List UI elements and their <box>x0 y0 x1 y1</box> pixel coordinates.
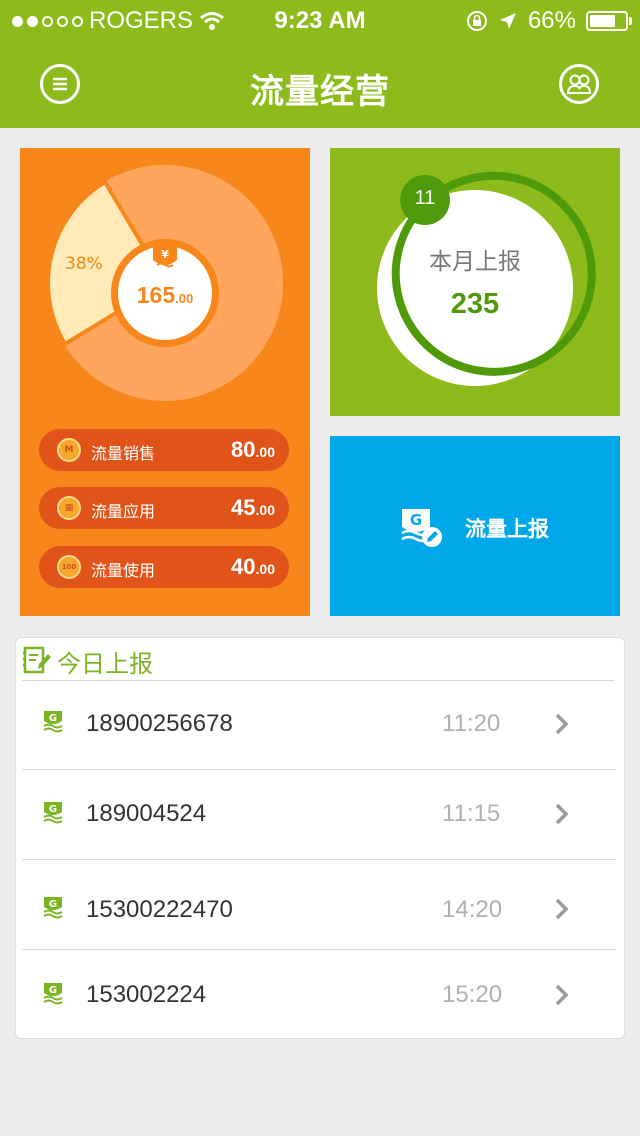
phone-number: 18900256678 <box>86 710 233 737</box>
report-time: 11:15 <box>442 800 501 827</box>
g-shield-icon: G <box>43 983 63 1005</box>
monthly-progress-ring <box>377 171 596 386</box>
total-amount: 165.00 <box>118 282 212 309</box>
stat-value: 80.00 <box>231 437 275 462</box>
notebook-edit-icon <box>23 646 51 674</box>
total-amount-cents: .00 <box>175 291 194 306</box>
chevron-right-icon <box>555 984 569 1006</box>
total-amount-main: 165 <box>136 282 176 308</box>
donut-percent-label: 38% <box>65 254 103 274</box>
rotation-lock-icon <box>466 11 487 31</box>
report-time: 11:20 <box>442 710 501 737</box>
svg-text:¥: ¥ <box>161 248 169 261</box>
100-coin-icon: 100 <box>57 555 81 579</box>
g-shield-icon: G <box>43 802 63 824</box>
phone-number: 189004524 <box>86 800 207 827</box>
g-shield-icon: G <box>43 897 63 919</box>
m-coin-icon: M <box>57 438 81 462</box>
stat-pill-sales[interactable]: M 流量销售 80.00 <box>39 429 289 471</box>
report-edit-icon: G <box>401 509 442 547</box>
today-report-list: 今日上报 G 18900256678 11:20 G 189004524 11:… <box>15 637 625 1039</box>
list-title: 今日上报 <box>57 650 153 678</box>
stat-value: 40.00 <box>231 554 275 579</box>
list-header: 今日上报 <box>16 638 626 680</box>
stat-label: 流量应用 <box>91 502 156 521</box>
traffic-summary-card[interactable]: ¥ 38% 165.00 M 流量销售 80.00 ▦ 流量应用 45.00 1… <box>20 148 310 616</box>
stat-value: 45.00 <box>231 495 275 520</box>
contacts-button[interactable] <box>559 64 599 104</box>
page-title: 流量经营 <box>250 72 390 112</box>
report-row[interactable]: G 18900256678 11:20 <box>22 680 616 770</box>
g-shield-icon: G <box>43 711 63 733</box>
report-button-label: 流量上报 <box>465 517 549 541</box>
stat-pill-usage[interactable]: 100 流量使用 40.00 <box>39 546 289 588</box>
battery-percent: 66% <box>527 7 576 34</box>
chevron-right-icon <box>555 803 569 825</box>
svg-text:G: G <box>49 713 57 724</box>
top-bar: ROGERS 9:23 AM 66% 流量经营 <box>0 0 640 128</box>
report-time: 14:20 <box>442 896 503 923</box>
phone-number: 15300222470 <box>86 896 233 923</box>
phone-number: 153002224 <box>86 981 207 1008</box>
chevron-right-icon <box>555 713 569 735</box>
report-time: 15:20 <box>442 981 503 1008</box>
report-row[interactable]: G 189004524 11:15 <box>22 770 616 860</box>
app-coin-icon: ▦ <box>57 496 81 520</box>
report-traffic-button[interactable]: G 流量上报 <box>330 436 620 616</box>
stat-label: 流量销售 <box>91 444 156 463</box>
stat-label: 流量使用 <box>91 561 156 580</box>
battery-icon <box>586 11 632 31</box>
svg-text:G: G <box>49 899 57 910</box>
month-badge: 11 <box>414 187 436 209</box>
location-arrow-icon <box>499 13 516 29</box>
stat-pill-apps[interactable]: ▦ 流量应用 45.00 <box>39 487 289 529</box>
monthly-label: 本月上报 <box>429 249 521 275</box>
svg-text:G: G <box>49 804 57 815</box>
report-row[interactable]: G 153002224 15:20 <box>22 950 616 1040</box>
status-bar: ROGERS 9:23 AM 66% <box>0 0 640 40</box>
monthly-count: 235 <box>450 288 500 320</box>
svg-text:G: G <box>410 511 422 529</box>
chevron-right-icon <box>555 898 569 920</box>
svg-text:G: G <box>49 985 57 996</box>
people-icon <box>566 74 592 94</box>
monthly-report-card[interactable]: 11 本月上报 235 <box>330 148 620 416</box>
report-row[interactable]: G 15300222470 14:20 <box>22 860 616 950</box>
